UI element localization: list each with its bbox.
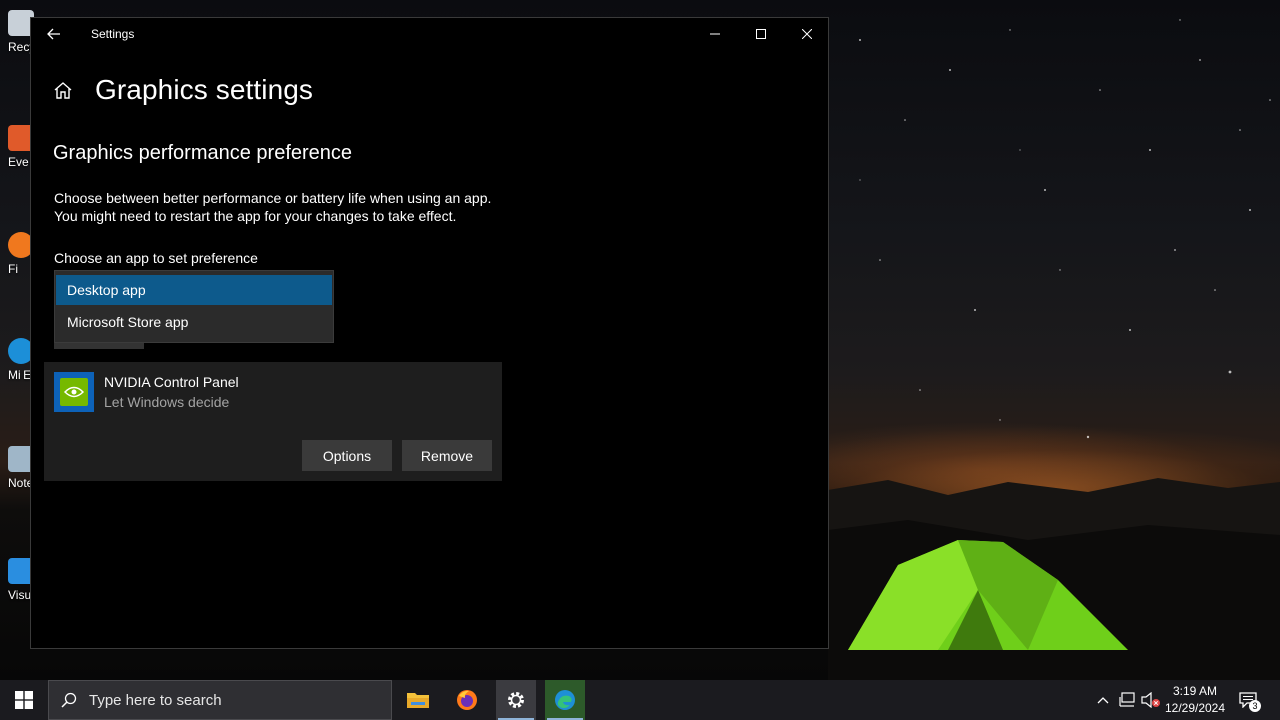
settings-icon [508,692,524,708]
window-title: Settings [91,27,135,41]
nvidia-icon [54,372,94,412]
app-name: NVIDIA Control Panel [104,374,239,390]
close-icon [802,29,812,39]
app-type-dropdown-list[interactable]: Desktop app Microsoft Store app [54,270,334,343]
volume-muted-icon [1141,692,1160,708]
notification-badge: 3 [1249,700,1261,712]
dropdown-option-desktop-app[interactable]: Desktop app [56,275,332,305]
taskbar-firefox[interactable] [447,680,487,720]
file-explorer-icon [407,693,429,708]
home-icon[interactable] [51,78,75,102]
tent-landscape [828,478,1280,680]
options-button[interactable]: Options [302,440,392,471]
show-hidden-icons-button[interactable] [1094,680,1112,720]
start-button[interactable] [0,680,48,720]
nvidia-logo [60,378,88,406]
back-button[interactable] [31,18,77,50]
taskbar-file-explorer[interactable] [398,680,438,720]
settings-window: Settings Graphics settings Graphics perf… [30,17,829,649]
app-preference: Let Windows decide [104,394,230,410]
page-header: Graphics settings [51,74,313,106]
search-placeholder: Type here to search [89,691,222,709]
maximize-button[interactable] [738,18,784,50]
close-button[interactable] [784,18,830,50]
minimize-icon [710,33,720,35]
title-bar: Settings [31,18,828,50]
system-clock[interactable]: 3:19 AM 12/29/2024 [1160,683,1230,717]
section-title: Graphics performance preference [53,142,353,164]
home-glyph [54,82,72,99]
page-title: Graphics settings [95,74,314,105]
windows-logo-icon [15,691,33,709]
app-list-item[interactable]: NVIDIA Control Panel Let Windows decide … [44,362,502,481]
firefox-icon [457,690,477,710]
dropdown-underlay [54,343,144,349]
maximize-icon [756,29,766,39]
taskbar-settings[interactable] [496,680,536,720]
search-icon [49,680,89,720]
remove-button[interactable]: Remove [402,440,492,471]
volume-button[interactable] [1140,680,1162,720]
choose-app-label: Choose an app to set preference [54,250,258,266]
dropdown-option-store-app[interactable]: Microsoft Store app [56,307,332,337]
taskbar-search-box[interactable]: Type here to search [48,680,392,720]
taskbar: Type here to search 3:19 AM 12/29/2024 3 [0,680,1280,720]
back-arrow-icon [47,28,60,40]
nvidia-eye-glyph [64,386,84,398]
description-line-1: Choose between better performance or bat… [54,190,492,206]
network-button[interactable] [1116,680,1138,720]
chevron-up-icon [1097,697,1109,704]
minimize-button[interactable] [692,18,738,50]
description: Choose between better performance or bat… [54,189,491,225]
edge-icon [555,690,575,710]
taskbar-edge[interactable] [545,680,585,720]
clock-time: 3:19 AM [1172,684,1218,698]
description-line-2: You might need to restart the app for yo… [54,208,457,224]
network-icon [1119,692,1135,707]
search-glyph [61,692,77,708]
clock-date: 12/29/2024 [1164,701,1226,715]
